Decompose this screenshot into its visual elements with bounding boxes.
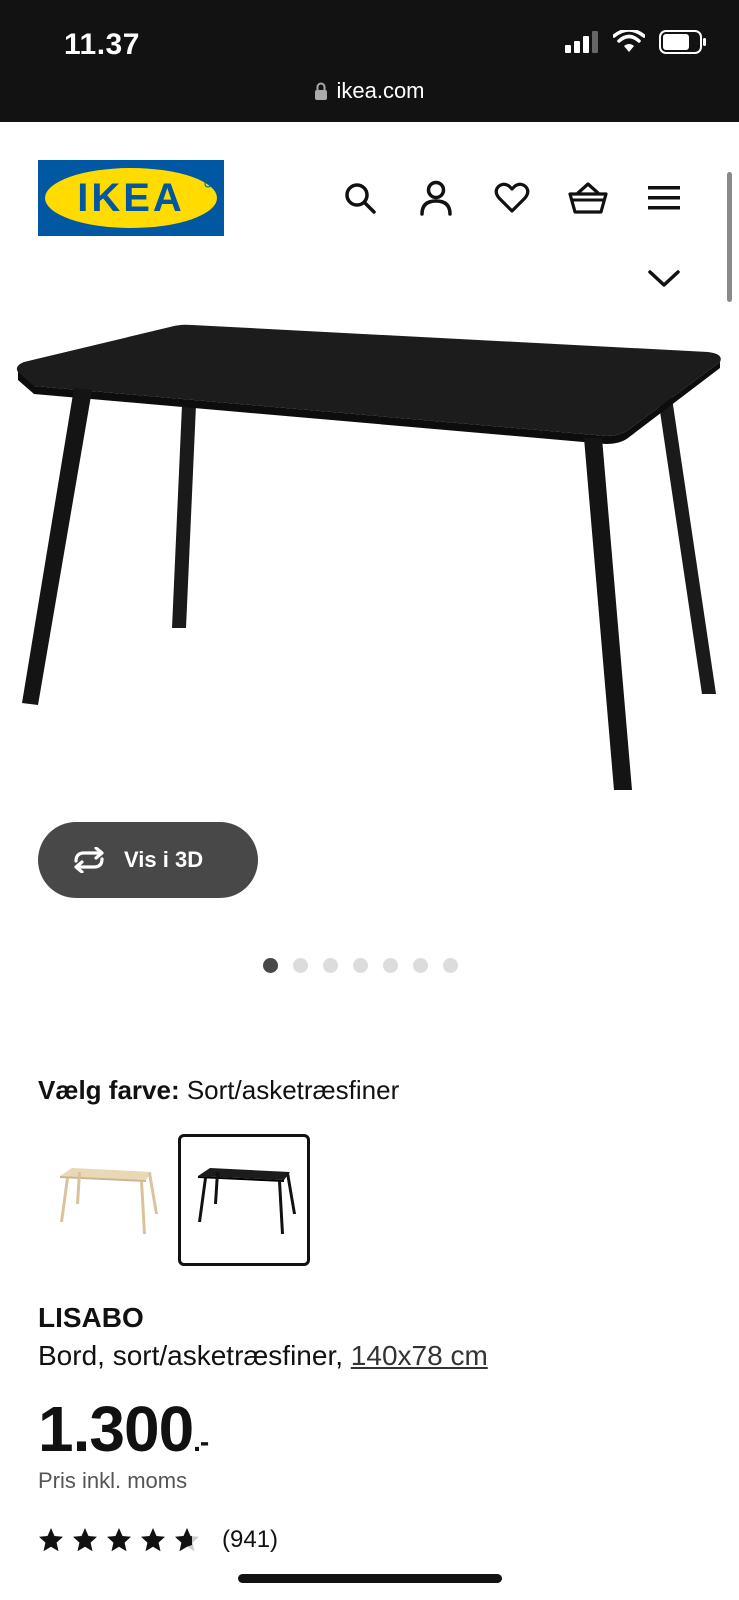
view-3d-button[interactable]: Vis i 3D xyxy=(38,822,258,898)
rating-stars xyxy=(38,1527,200,1553)
star-icon xyxy=(107,1528,131,1552)
scrollbar[interactable] xyxy=(727,172,732,302)
status-time: 11.37 xyxy=(64,28,140,61)
review-count: (941) xyxy=(222,1526,279,1553)
view-3d-label: Vis i 3D xyxy=(124,847,204,872)
product-description-text: Bord, sort/asketræsfiner, xyxy=(38,1340,351,1371)
header-nav xyxy=(0,176,739,220)
carousel-dot[interactable] xyxy=(263,958,278,973)
color-selected-value: Sort/asketræsfiner xyxy=(186,1075,400,1105)
address-bar[interactable]: ikea.com xyxy=(0,78,739,104)
menu-icon xyxy=(648,186,680,210)
carousel-dot[interactable] xyxy=(383,958,398,973)
home-indicator[interactable] xyxy=(238,1574,502,1583)
carousel-dot[interactable] xyxy=(323,958,338,973)
status-bar: 11.37 ikea.com xyxy=(0,0,739,122)
basket-icon xyxy=(568,182,608,214)
lock-icon xyxy=(315,82,328,100)
product-name: LISABO xyxy=(38,1302,144,1333)
wifi-icon xyxy=(613,30,645,52)
half-star-icon xyxy=(175,1528,199,1552)
account-icon xyxy=(420,180,452,216)
color-selector-label: Vælg farve: Sort/asketræsfiner xyxy=(38,1075,399,1106)
account-button[interactable] xyxy=(414,176,458,220)
star-icon xyxy=(39,1528,63,1552)
image-carousel-dots xyxy=(0,958,739,973)
product-price: 1.300.- xyxy=(38,1392,209,1466)
carousel-dot[interactable] xyxy=(443,958,458,973)
status-icons xyxy=(565,30,707,54)
menu-button[interactable] xyxy=(642,176,686,220)
battery-icon xyxy=(659,30,706,54)
search-button[interactable] xyxy=(338,176,382,220)
product-image[interactable] xyxy=(0,310,739,820)
chevron-down-icon[interactable] xyxy=(644,264,684,294)
product-description: Bord, sort/asketræsfiner, 140x78 cm xyxy=(38,1340,488,1372)
price-value: 1.300 xyxy=(38,1393,194,1465)
url-text: ikea.com xyxy=(336,78,425,103)
black-table-thumbnail xyxy=(198,1168,296,1234)
star-icon xyxy=(141,1528,165,1552)
color-label-prefix: Vælg farve: xyxy=(38,1075,180,1105)
rotate-3d-icon xyxy=(74,847,104,873)
search-icon xyxy=(345,183,376,214)
carousel-dot[interactable] xyxy=(353,958,368,973)
product-rating[interactable]: (941) xyxy=(38,1526,278,1554)
star-icon xyxy=(73,1528,97,1552)
price-suffix: .- xyxy=(193,1426,209,1457)
favourites-button[interactable] xyxy=(490,176,534,220)
color-swatch-ash[interactable] xyxy=(40,1134,172,1266)
carousel-dot[interactable] xyxy=(293,958,308,973)
basket-button[interactable] xyxy=(566,176,610,220)
vat-note: Pris inkl. moms xyxy=(38,1468,188,1493)
heart-icon xyxy=(494,182,530,213)
ash-table-thumbnail xyxy=(60,1168,158,1234)
product-size-link[interactable]: 140x78 cm xyxy=(351,1340,488,1371)
signal-icon xyxy=(565,31,598,53)
color-swatch-black[interactable] xyxy=(178,1134,310,1266)
carousel-dot[interactable] xyxy=(413,958,428,973)
